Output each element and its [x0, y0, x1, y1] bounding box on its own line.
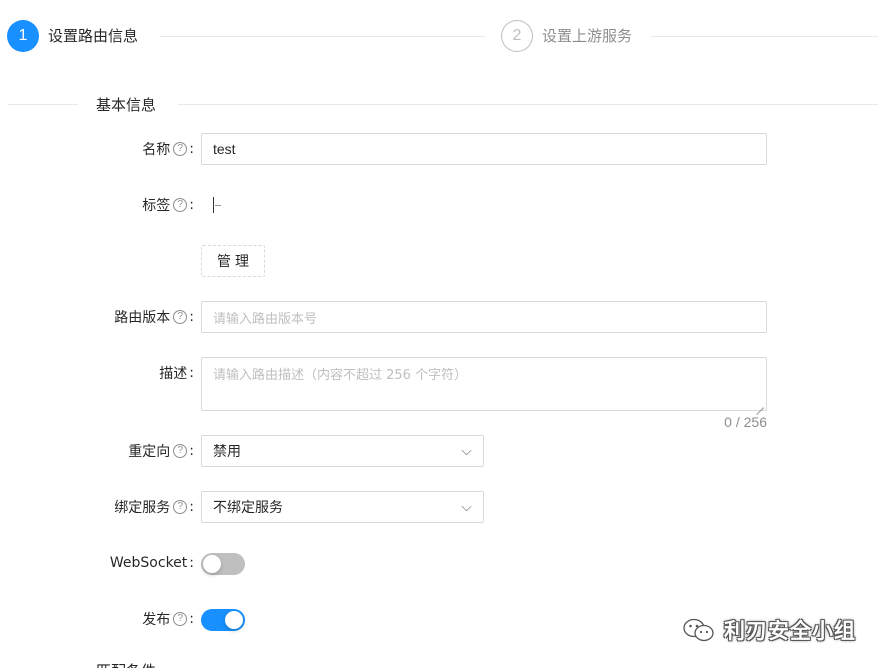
- websocket-label: WebSocket :: [109, 555, 194, 571]
- description-label: 描述 :: [159, 365, 194, 382]
- name-label: 名称 ? :: [142, 141, 194, 158]
- question-circle-icon[interactable]: ?: [173, 500, 188, 514]
- websocket-toggle[interactable]: [201, 553, 245, 575]
- step-1-title[interactable]: 设置路由信息: [48, 25, 138, 47]
- toggle-knob: [203, 555, 221, 573]
- watermark-text: 利刃安全小组: [724, 619, 856, 643]
- section-title: 基本信息: [96, 96, 157, 114]
- step-tail-line: [651, 36, 878, 37]
- description-placeholder: 请输入路由描述（内容不超过 256 个字符）: [213, 368, 468, 383]
- version-input[interactable]: 请输入路由版本号: [201, 301, 767, 333]
- steps-bar: 1 设置路由信息 2 设置上游服务: [7, 20, 878, 52]
- step-2-title[interactable]: 设置上游服务: [542, 25, 632, 47]
- question-circle-icon[interactable]: ?: [173, 198, 188, 212]
- name-input[interactable]: test: [201, 133, 767, 165]
- bind-service-select[interactable]: 不绑定服务: [201, 491, 484, 523]
- version-label: 路由版本 ? :: [114, 309, 194, 326]
- question-circle-icon[interactable]: ?: [173, 310, 188, 324]
- question-circle-icon[interactable]: ?: [173, 612, 188, 626]
- section-divider: 基本信息: [8, 94, 878, 116]
- wechat-icon: [683, 618, 714, 642]
- tags-label: 标签 ? :: [142, 197, 194, 214]
- publish-label: 发布 ? :: [142, 611, 194, 628]
- step-1-number[interactable]: 1: [7, 20, 39, 52]
- toggle-knob: [225, 611, 243, 629]
- description-char-counter: 0 / 256: [724, 414, 767, 430]
- chevron-down-icon: [461, 501, 472, 512]
- resize-handle-icon[interactable]: [756, 400, 764, 408]
- redirect-select[interactable]: 禁用: [201, 435, 484, 467]
- bind-service-label: 绑定服务 ? :: [114, 499, 194, 516]
- chevron-down-icon: [461, 445, 472, 456]
- step-connector: [160, 36, 485, 37]
- publish-toggle[interactable]: [201, 609, 245, 631]
- step-2-number[interactable]: 2: [501, 20, 533, 52]
- redirect-label: 重定向 ? :: [128, 443, 194, 460]
- description-textarea[interactable]: 请输入路由描述（内容不超过 256 个字符）: [201, 357, 767, 411]
- tags-empty-placeholder: [215, 205, 221, 206]
- question-circle-icon[interactable]: ?: [173, 444, 188, 458]
- tags-text-cursor[interactable]: [213, 197, 214, 213]
- watermark: 利刃安全小组: [682, 614, 856, 646]
- question-circle-icon[interactable]: ?: [173, 142, 188, 156]
- next-section-title: 匹配条件: [96, 660, 156, 668]
- manage-tags-button[interactable]: 管理: [201, 245, 265, 277]
